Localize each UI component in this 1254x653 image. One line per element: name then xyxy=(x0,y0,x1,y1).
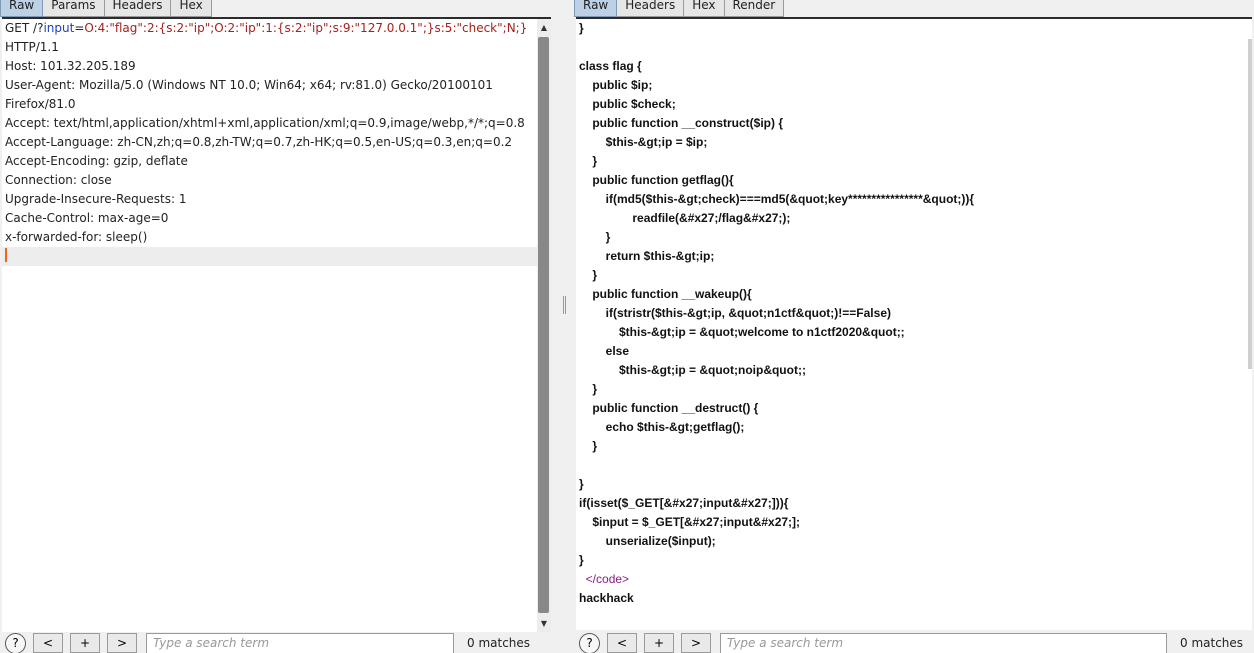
search-input[interactable]: Type a search term xyxy=(146,632,454,653)
response-pane: Raw Headers Hex Render } class flag { pub… xyxy=(574,0,1254,653)
request-method: GET /? xyxy=(5,21,44,35)
response-code-line: echo $this-&gt;getflag(); xyxy=(579,420,745,434)
request-header-line: Cache-Control: max-age=0 xyxy=(5,211,169,225)
request-line: GET /?input=O:4:"flag":2:{s:2:"ip";O:2:"… xyxy=(2,19,551,38)
response-code-line: if(stristr($this-&gt;ip, &quot;n1ctf&quo… xyxy=(579,306,891,320)
response-code-line xyxy=(576,38,1252,57)
param-equals: = xyxy=(74,21,85,35)
request-header-line: Accept-Language: zh-CN,zh;q=0.8,zh-TW;q=… xyxy=(5,135,513,149)
pane-splitter[interactable] xyxy=(556,0,574,653)
request-header-line: HTTP/1.1 xyxy=(5,40,59,54)
response-code-line: $this-&gt;ip = $ip; xyxy=(579,135,708,149)
response-scrollbar[interactable] xyxy=(1248,39,1252,369)
response-code-line: } xyxy=(579,268,598,282)
request-tabs: Raw Params Headers Hex xyxy=(0,0,212,17)
previous-match-button[interactable]: < xyxy=(607,633,637,653)
search-input[interactable]: Type a search term xyxy=(720,632,1167,653)
match-count: 0 matches xyxy=(1180,636,1244,650)
tab-headers[interactable]: Headers xyxy=(104,0,172,17)
response-code-line: } xyxy=(579,439,598,453)
request-header-line: x-forwarded-for: sleep() xyxy=(5,230,148,244)
request-pane: Raw Params Headers Hex GET /?input=O:4:"… xyxy=(0,0,556,653)
text-caret xyxy=(5,248,7,262)
scrollbar-thumb[interactable] xyxy=(538,37,549,613)
response-code-line: if(md5($this-&gt;check)===md5(&quot;key*… xyxy=(579,192,975,206)
request-search-bar: ? < + > Type a search term 0 matches xyxy=(0,632,531,653)
response-code-line: public function __destruct() { xyxy=(579,401,759,415)
response-last-line: hackhack xyxy=(579,591,634,605)
response-code-line: readfile(&#x27;/flag&#x27;); xyxy=(579,211,791,225)
add-button[interactable]: + xyxy=(644,633,674,653)
response-code-line: class flag { xyxy=(579,59,642,73)
response-code-line: else xyxy=(579,344,630,358)
splitter-grip-icon[interactable] xyxy=(563,296,566,314)
response-code-line: public function __wakeup(){ xyxy=(579,287,752,301)
request-header-line: Connection: close xyxy=(5,173,112,187)
tab-hex[interactable]: Hex xyxy=(684,0,725,17)
response-code-line: } xyxy=(579,230,611,244)
response-code-line: return $this-&gt;ip; xyxy=(579,249,715,263)
cursor-line xyxy=(2,247,551,266)
response-code-line: } xyxy=(579,553,584,567)
response-code-line: $this-&gt;ip = &quot;noip&quot;; xyxy=(579,363,806,377)
request-header-line: Firefox/81.0 xyxy=(5,97,76,111)
scroll-down-arrow-icon[interactable]: ▼ xyxy=(537,617,551,631)
request-vertical-scrollbar[interactable]: ▲ ▼ xyxy=(537,19,551,632)
match-count: 0 matches xyxy=(467,636,531,650)
response-code-line: $this-&gt;ip = &quot;welcome to n1ctf202… xyxy=(579,325,905,339)
response-code-line: unserialize($input); xyxy=(579,534,716,548)
tab-render[interactable]: Render xyxy=(724,0,785,17)
response-code-line: } xyxy=(579,21,584,35)
param-value: O:4:"flag":2:{s:2:"ip";O:2:"ip":1:{s:2:"… xyxy=(84,21,528,35)
response-code-line: public function getflag(){ xyxy=(579,173,734,187)
request-header-line: Upgrade-Insecure-Requests: 1 xyxy=(5,192,187,206)
response-tabs: Raw Headers Hex Render xyxy=(574,0,785,17)
response-code-line: } xyxy=(579,477,584,491)
response-code-line: public $check; xyxy=(579,97,676,111)
response-code-line: if(isset($_GET[&#x27;input&#x27;])){ xyxy=(579,496,789,510)
tab-params[interactable]: Params xyxy=(43,0,105,17)
response-code-line: $input = $_GET[&#x27;input&#x27;]; xyxy=(579,515,801,529)
help-button[interactable]: ? xyxy=(5,632,26,653)
tab-headers[interactable]: Headers xyxy=(617,0,685,17)
previous-match-button[interactable]: < xyxy=(33,633,63,653)
code-close-tag: </code> xyxy=(585,572,630,586)
next-match-button[interactable]: > xyxy=(107,633,137,653)
code-close-line: </code> xyxy=(576,570,1252,589)
response-code-line: } xyxy=(579,154,598,168)
request-header-lines: HTTP/1.1 Host: 101.32.205.189 User-Agent: … xyxy=(2,38,551,247)
scroll-up-arrow-icon[interactable]: ▲ xyxy=(537,21,551,35)
tab-raw[interactable]: Raw xyxy=(574,0,618,17)
request-header-line: Accept-Encoding: gzip, deflate xyxy=(5,154,188,168)
response-code-line xyxy=(576,456,1252,475)
param-name: input xyxy=(43,21,75,35)
response-code-line: } xyxy=(579,382,598,396)
response-body-lines: } class flag { public $ip; public $check;… xyxy=(576,19,1252,570)
tab-raw[interactable]: Raw xyxy=(0,0,44,17)
request-header-line: Host: 101.32.205.189 xyxy=(5,59,136,73)
request-editor[interactable]: GET /?input=O:4:"flag":2:{s:2:"ip";O:2:"… xyxy=(2,17,551,632)
response-search-bar: ? < + > Type a search term 0 matches xyxy=(574,632,1244,653)
next-match-button[interactable]: > xyxy=(681,633,711,653)
help-button[interactable]: ? xyxy=(579,632,600,653)
request-header-line: User-Agent: Mozilla/5.0 (Windows NT 10.0… xyxy=(5,78,493,92)
request-header-line: Accept: text/html,application/xhtml+xml,… xyxy=(5,116,525,130)
add-button[interactable]: + xyxy=(70,633,100,653)
response-editor[interactable]: } class flag { public $ip; public $check;… xyxy=(576,17,1252,630)
tab-hex[interactable]: Hex xyxy=(171,0,212,17)
response-code-line: public $ip; xyxy=(579,78,653,92)
response-code-line: public function __construct($ip) { xyxy=(579,116,784,130)
